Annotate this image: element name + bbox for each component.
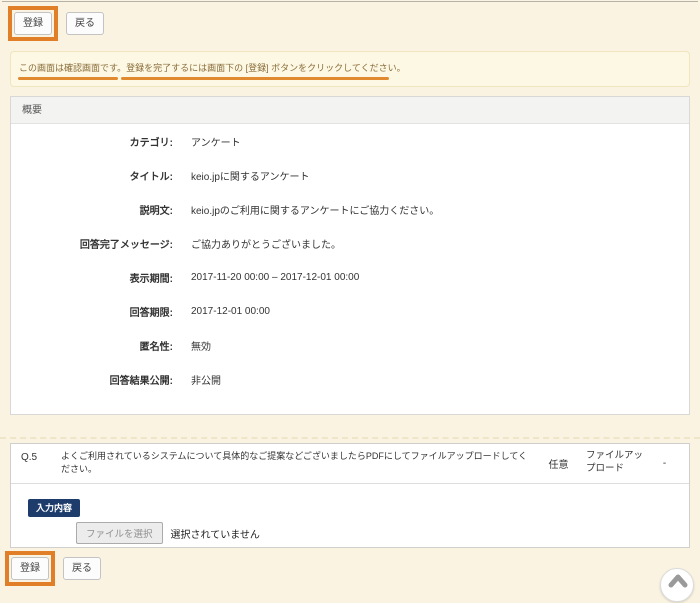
annotation-underline-1: [18, 77, 118, 80]
input-area: 入力内容 ファイルを選択 選択されていません: [11, 484, 689, 547]
question-requirement: 任意: [531, 456, 586, 471]
summary-value: keio.jpのご利用に関するアンケートにご協力ください。: [191, 202, 439, 217]
scroll-to-top-button[interactable]: [660, 568, 694, 602]
summary-row-category: カテゴリ: アンケート: [11, 124, 689, 158]
register-button-bottom[interactable]: 登録: [11, 557, 49, 580]
file-status-text: 選択されていません: [171, 526, 260, 541]
toolbar-bottom: 登録 戻る: [5, 551, 700, 586]
summary-label: 説明文:: [11, 202, 173, 217]
back-button-top[interactable]: 戻る: [66, 12, 104, 35]
chevron-up-icon: [661, 569, 693, 603]
summary-label: カテゴリ:: [11, 134, 173, 149]
summary-row-display-period: 表示期間: 2017-11-20 00:00 – 2017-12-01 00:0…: [11, 260, 689, 294]
summary-value: 2017-12-01 00:00: [191, 306, 270, 317]
summary-label: 表示期間:: [11, 270, 173, 285]
summary-row-anonymity: 匿名性: 無効: [11, 328, 689, 362]
question-answer: -: [650, 458, 679, 469]
confirmation-page: { "page": { "accent_color": "#e07f28", "…: [0, 1, 700, 585]
register-button-top[interactable]: 登録: [14, 12, 52, 35]
annotation-highlight-top: 登録: [8, 6, 58, 41]
summary-card-title: 概要: [11, 97, 689, 124]
question-text: よくご利用されているシステムについて具体的なご提案などございましたらPDFにして…: [61, 450, 531, 476]
file-upload-row: ファイルを選択 選択されていません: [76, 523, 679, 543]
summary-label: 回答期限:: [11, 304, 173, 319]
annotation-underline-2: [121, 77, 389, 80]
summary-value: アンケート: [191, 134, 241, 149]
summary-value: 非公開: [191, 372, 221, 387]
question-row: Q.5 よくご利用されているシステムについて具体的なご提案などございましたらPD…: [11, 444, 689, 484]
summary-row-complete-message: 回答完了メッセージ: ご協力ありがとうございました。: [11, 226, 689, 260]
summary-label: 匿名性:: [11, 338, 173, 353]
summary-value: 2017-11-20 00:00 – 2017-12-01 00:00: [191, 272, 359, 283]
back-button-bottom[interactable]: 戻る: [63, 557, 101, 580]
question-card: Q.5 よくご利用されているシステムについて具体的なご提案などございましたらPD…: [10, 443, 690, 548]
summary-card: 概要 カテゴリ: アンケート タイトル: keio.jpに関するアンケート 説明…: [10, 96, 690, 415]
summary-label: 回答結果公開:: [11, 372, 173, 387]
toolbar-top: 登録 戻る: [8, 6, 700, 41]
question-number: Q.5: [21, 450, 61, 476]
summary-label: タイトル:: [11, 168, 173, 183]
summary-label: 回答完了メッセージ:: [11, 236, 173, 251]
confirmation-notice: この画面は確認画面です。登録を完了するには画面下の [登録] ボタンをクリックし…: [10, 51, 690, 87]
summary-row-deadline: 回答期限: 2017-12-01 00:00: [11, 294, 689, 328]
summary-row-description: 説明文: keio.jpのご利用に関するアンケートにご協力ください。: [11, 192, 689, 226]
annotation-highlight-bottom: 登録: [5, 551, 55, 586]
top-divider: [2, 1, 698, 2]
summary-row-result-publication: 回答結果公開: 非公開: [11, 362, 689, 396]
summary-value: keio.jpに関するアンケート: [191, 168, 310, 183]
summary-value: ご協力ありがとうございました。: [191, 236, 341, 251]
input-content-badge: 入力内容: [28, 499, 80, 517]
file-select-button: ファイルを選択: [76, 522, 163, 544]
confirmation-notice-text: この画面は確認画面です。登録を完了するには画面下の [登録] ボタンをクリックし…: [19, 63, 406, 73]
summary-value: 無効: [191, 338, 211, 353]
question-type: ファイルアップロード: [586, 450, 650, 476]
summary-card-body: カテゴリ: アンケート タイトル: keio.jpに関するアンケート 説明文: …: [11, 124, 689, 414]
summary-row-title: タイトル: keio.jpに関するアンケート: [11, 158, 689, 192]
